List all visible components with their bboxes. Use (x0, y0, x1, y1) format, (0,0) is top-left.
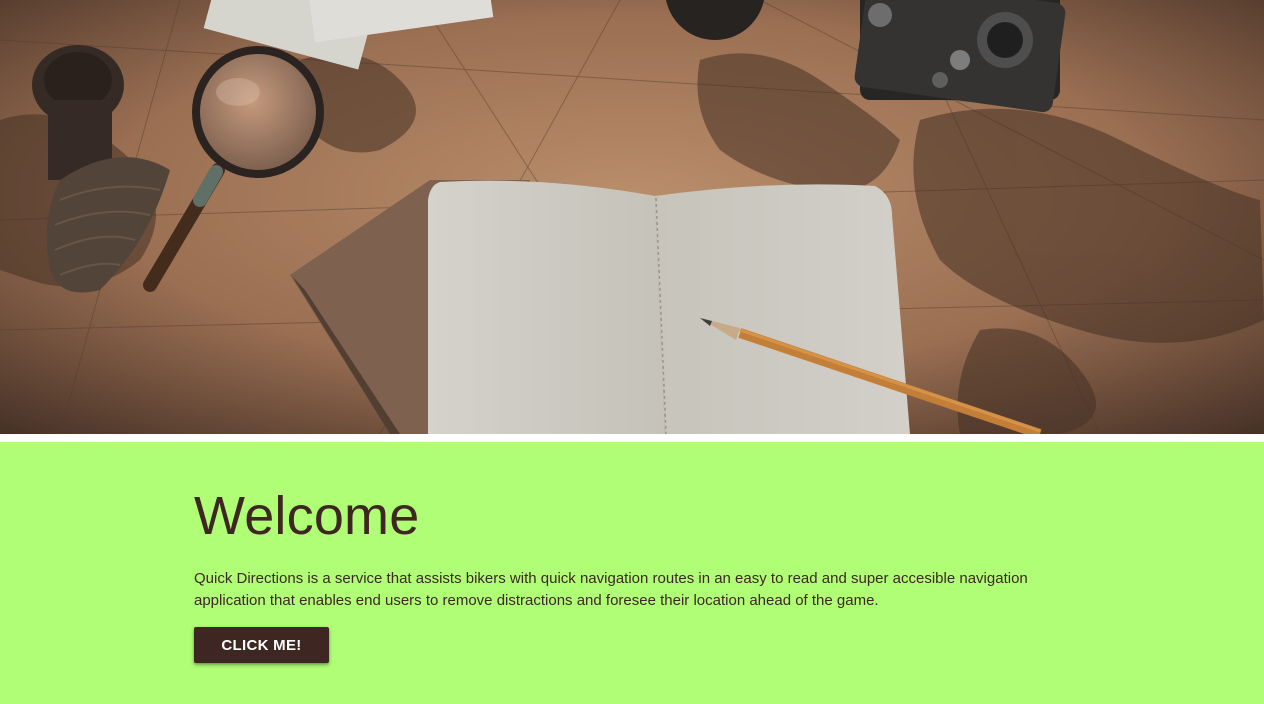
welcome-description: Quick Directions is a service that assis… (194, 570, 1028, 609)
hero-banner (0, 0, 1264, 434)
welcome-heading: Welcome (194, 486, 420, 546)
welcome-section: Welcome Quick Directions is a service th… (0, 442, 1264, 704)
click-me-button[interactable]: CLICK ME! (194, 627, 329, 663)
hero-image (0, 0, 1264, 434)
